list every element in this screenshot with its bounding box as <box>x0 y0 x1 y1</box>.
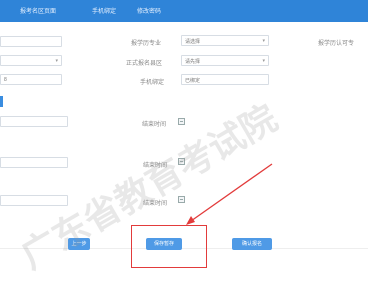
annotation-arrow <box>186 163 273 225</box>
